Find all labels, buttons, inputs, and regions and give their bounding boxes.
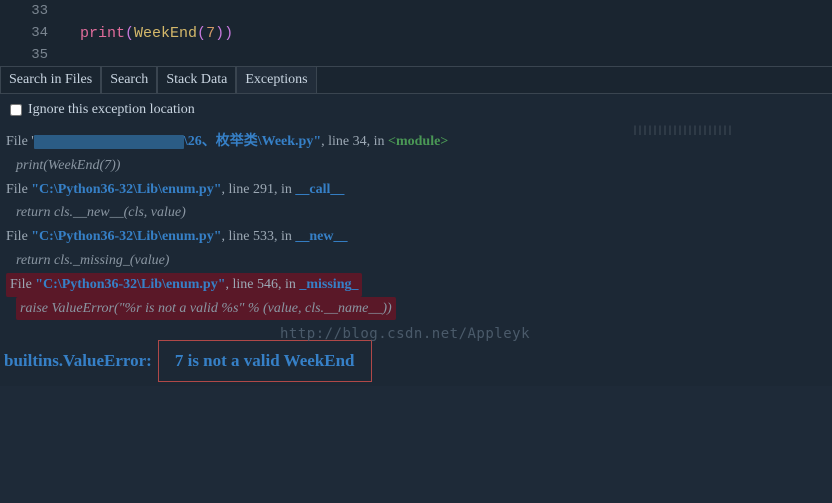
traceback-code: print(WeekEnd(7)) — [0, 154, 832, 178]
frame-prefix: File ' — [6, 134, 34, 149]
frame-line-info: , line 291, in — [221, 182, 295, 197]
token-function: WeekEnd — [134, 25, 197, 42]
ignore-exception-checkbox[interactable] — [10, 104, 22, 116]
token-paren: ) — [215, 25, 224, 42]
redacted-path — [34, 135, 184, 149]
token-paren: ) — [224, 25, 233, 42]
traceback-frame[interactable]: File "C:\Python36-32\Lib\enum.py", line … — [0, 178, 832, 202]
frame-scope: __new__ — [295, 229, 347, 244]
token-paren: ( — [197, 25, 206, 42]
ignore-exception-label: Ignore this exception location — [28, 102, 195, 118]
traceback-frame-highlighted[interactable]: File "C:\Python36-32\Lib\enum.py", line … — [0, 273, 832, 297]
traceback-frame[interactable]: File "C:\Python36-32\Lib\enum.py", line … — [0, 225, 832, 249]
token-keyword: print — [80, 25, 125, 42]
exception-summary: builtins.ValueError: 7 is not a valid We… — [0, 340, 832, 382]
tab-exceptions[interactable]: Exceptions — [236, 67, 316, 93]
traceback-code: return cls.__new__(cls, value) — [0, 201, 832, 225]
tab-stack-data[interactable]: Stack Data — [157, 67, 236, 93]
line-number: 33 — [0, 3, 62, 19]
scrollbar-marker: |||||||||||||||||||| — [632, 126, 732, 137]
frame-scope: _missing_ — [299, 277, 358, 292]
frame-scope: __call__ — [295, 182, 344, 197]
frame-line-info: , line 533, in — [221, 229, 295, 244]
exception-message: 7 is not a valid WeekEnd — [158, 340, 372, 382]
traceback-code: return cls._missing_(value) — [0, 249, 832, 273]
frame-path[interactable]: "C:\Python36-32\Lib\enum.py" — [35, 277, 225, 292]
code-editor[interactable]: 33 34 print(WeekEnd(7)) 35 — [0, 0, 832, 66]
frame-line-info: , line 34, in — [321, 134, 388, 149]
frame-line-info: , line 546, in — [225, 277, 299, 292]
line-number: 35 — [0, 47, 62, 63]
frame-path[interactable]: \26、枚举类\Week.py" — [184, 134, 321, 149]
code-row[interactable]: print(WeekEnd(7)) — [62, 25, 233, 42]
traceback-code: raise ValueError("%r is not a valid %s" … — [0, 297, 832, 321]
frame-path[interactable]: "C:\Python36-32\Lib\enum.py" — [31, 182, 221, 197]
frame-prefix: File — [10, 277, 35, 292]
exception-type: builtins.ValueError: — [4, 351, 152, 371]
exceptions-panel: Ignore this exception location File ' \26… — [0, 94, 832, 386]
tab-search[interactable]: Search — [101, 67, 157, 93]
frame-path[interactable]: "C:\Python36-32\Lib\enum.py" — [31, 229, 221, 244]
line-number: 34 — [0, 25, 62, 41]
token-paren: ( — [125, 25, 134, 42]
token-number: 7 — [206, 25, 215, 42]
frame-scope: <module> — [388, 134, 448, 149]
frame-prefix: File — [6, 182, 31, 197]
frame-prefix: File — [6, 229, 31, 244]
watermark: http://blog.csdn.net/Appleyk — [280, 326, 530, 342]
tab-search-in-files[interactable]: Search in Files — [0, 67, 101, 93]
panel-tabs: Search in Files Search Stack Data Except… — [0, 66, 832, 94]
